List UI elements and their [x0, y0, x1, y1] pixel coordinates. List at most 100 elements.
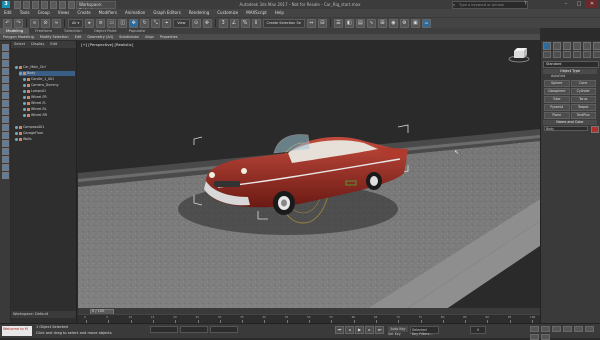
filter-helpers-icon[interactable]: [2, 76, 9, 83]
filter-groups-icon[interactable]: [2, 92, 9, 99]
filter-geometry-icon[interactable]: [2, 44, 9, 51]
material-editor-icon[interactable]: ◉: [388, 18, 398, 28]
zoom-extents-all-icon[interactable]: [563, 326, 572, 332]
tube-button[interactable]: Tube: [544, 96, 570, 103]
filter-shapes-icon[interactable]: [2, 52, 9, 59]
cone-button[interactable]: Cone: [570, 80, 596, 87]
mirror-icon[interactable]: ⇔: [306, 18, 316, 28]
zoom-icon[interactable]: [530, 326, 539, 332]
maximize-viewport-icon[interactable]: [541, 334, 550, 340]
redo-icon[interactable]: ↷: [14, 18, 23, 28]
menu-animation[interactable]: Animation: [121, 9, 149, 17]
select-by-name-icon[interactable]: ≡: [96, 18, 106, 28]
play-icon[interactable]: ▶: [355, 326, 364, 334]
next-frame-icon[interactable]: ▸: [365, 326, 374, 334]
rectangular-selection-icon[interactable]: ▭: [107, 18, 117, 28]
display-tab-icon[interactable]: [583, 42, 591, 50]
zoom-extents-icon[interactable]: [552, 326, 561, 332]
select-and-scale-icon[interactable]: ⤡: [151, 18, 161, 28]
menu-graph-editors[interactable]: Graph Editors: [149, 9, 184, 17]
manipulate-icon[interactable]: ✜: [202, 18, 212, 28]
z-coord-field[interactable]: [210, 326, 238, 333]
visibility-icon[interactable]: [15, 132, 18, 135]
scene-explorer-workspace-dropdown[interactable]: Workspace: Default: [11, 311, 76, 318]
filter-cameras-icon[interactable]: [2, 68, 9, 75]
object-category-dropdown[interactable]: Standard: [543, 61, 599, 68]
menu-edit[interactable]: Edit: [0, 9, 16, 17]
hierarchy-tab-icon[interactable]: [563, 42, 571, 50]
spinner-snap-icon[interactable]: ⇕: [251, 18, 261, 28]
menu-group[interactable]: Group: [34, 9, 54, 17]
app-logo-icon[interactable]: 3: [2, 1, 10, 8]
list-item[interactable]: Car_Main_Ctrl: [15, 65, 46, 70]
ribbon-geometry-all[interactable]: Geometry (All): [84, 34, 116, 40]
lights-category-icon[interactable]: [563, 51, 571, 58]
visibility-icon[interactable]: [23, 108, 26, 111]
list-item[interactable]: Walls: [15, 137, 32, 142]
orbit-icon[interactable]: [530, 334, 539, 340]
angle-snap-icon[interactable]: ∠: [229, 18, 239, 28]
geosphere-button[interactable]: Geosphere: [544, 88, 570, 95]
name-and-color-rollout[interactable]: Name and Color: [543, 120, 597, 125]
new-file-icon[interactable]: [14, 1, 21, 9]
visibility-icon[interactable]: [23, 78, 26, 81]
modify-tab-icon[interactable]: [553, 42, 561, 50]
reference-coord-dropdown[interactable]: View: [173, 18, 190, 28]
scene-explorer-toggle-icon[interactable]: ☰: [333, 18, 343, 28]
window-crossing-icon[interactable]: ◫: [118, 18, 128, 28]
workspace-dropdown[interactable]: Workspace: Default: [76, 1, 116, 13]
filter-spacewarps-icon[interactable]: [2, 84, 9, 91]
ribbon-toggle-icon[interactable]: ▤: [355, 18, 365, 28]
tab-edit[interactable]: Edit: [47, 41, 60, 48]
display-none-icon[interactable]: [2, 148, 9, 155]
list-item[interactable]: Candle_1_001: [23, 77, 54, 82]
y-coord-field[interactable]: [180, 326, 208, 333]
filter-bones-icon[interactable]: [2, 108, 9, 115]
named-selection-sets-dropdown[interactable]: Create Selection Se: [262, 18, 305, 28]
select-object-icon[interactable]: ▸: [85, 18, 95, 28]
cameras-category-icon[interactable]: [573, 51, 581, 58]
cylinder-button[interactable]: Cylinder: [570, 88, 596, 95]
motion-tab-icon[interactable]: [573, 42, 581, 50]
schematic-view-icon[interactable]: ⊞: [377, 18, 387, 28]
list-item[interactable]: Wheel-RR: [23, 113, 47, 118]
utilities-tab-icon[interactable]: [593, 42, 600, 50]
ribbon-properties[interactable]: Properties: [157, 34, 181, 40]
menu-views[interactable]: Views: [54, 9, 74, 17]
unlink-icon[interactable]: ⊘: [41, 18, 50, 28]
select-and-rotate-icon[interactable]: ↻: [140, 18, 150, 28]
list-item[interactable]: Wheel-FR: [23, 95, 47, 100]
spacewarps-category-icon[interactable]: [593, 51, 600, 58]
set-key-button[interactable]: Set Key: [388, 332, 408, 337]
bind-space-warp-icon[interactable]: ≈: [52, 18, 61, 28]
customize-icon[interactable]: [68, 1, 75, 9]
display-all-icon[interactable]: [2, 140, 9, 147]
visibility-icon[interactable]: [15, 138, 18, 141]
menu-modifiers[interactable]: Modifiers: [95, 9, 121, 17]
object-name-field[interactable]: Body: [544, 126, 588, 131]
invert-display-icon[interactable]: [2, 156, 9, 163]
list-item[interactable]: Camera_Dummy: [23, 83, 59, 88]
layer-explorer-icon[interactable]: ◧: [344, 18, 354, 28]
save-file-icon[interactable]: [32, 1, 39, 9]
open-file-icon[interactable]: [23, 1, 30, 9]
helpers-category-icon[interactable]: [583, 51, 591, 58]
shapes-category-icon[interactable]: [553, 51, 561, 58]
undo-icon[interactable]: ↶: [3, 18, 12, 28]
list-item[interactable]: Body: [19, 71, 75, 76]
list-item[interactable]: Wheel-FL: [23, 101, 46, 106]
ribbon-subdivision[interactable]: Subdivision: [116, 34, 142, 40]
filter-hidden-icon[interactable]: [2, 132, 9, 139]
key-filters-button[interactable]: Key Filters...: [412, 332, 436, 337]
filter-containers-icon[interactable]: [2, 116, 9, 123]
menu-customize[interactable]: Customize: [213, 9, 242, 17]
go-to-end-icon[interactable]: ⏭: [375, 326, 384, 334]
ribbon-polygon-modeling[interactable]: Polygon Modeling: [0, 34, 37, 40]
link-icon[interactable]: ∞: [30, 18, 39, 28]
torus-button[interactable]: Torus: [570, 96, 596, 103]
current-frame-field[interactable]: 0: [470, 326, 486, 334]
list-item[interactable]: Compass001: [15, 125, 44, 130]
previous-frame-icon[interactable]: ◂: [345, 326, 354, 334]
render-setup-icon[interactable]: ⚙: [399, 18, 409, 28]
visibility-icon[interactable]: [15, 126, 18, 129]
